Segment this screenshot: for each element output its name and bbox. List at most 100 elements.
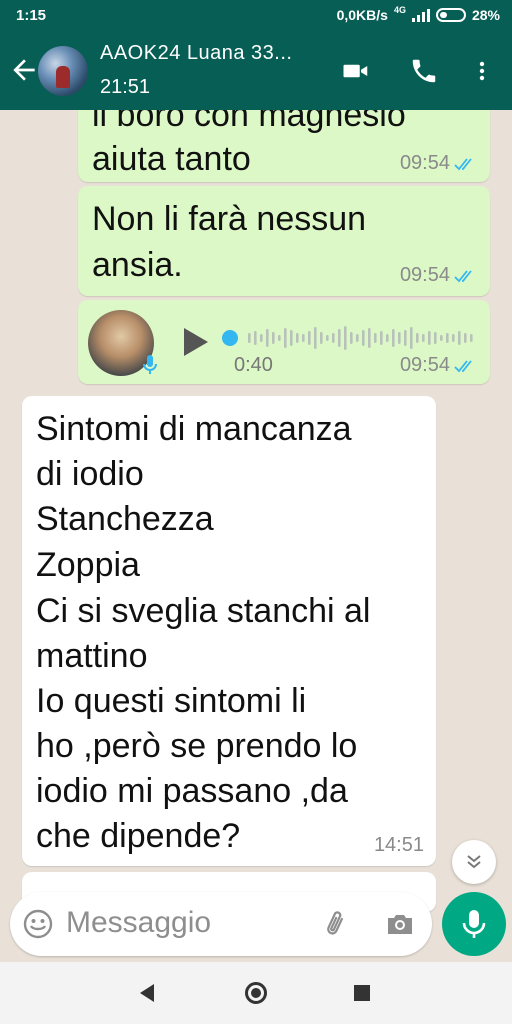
read-ticks-icon xyxy=(454,359,472,372)
waveform-bar xyxy=(284,328,287,348)
battery-percent: 28% xyxy=(471,7,500,23)
message-input-bar[interactable]: Messaggio xyxy=(10,892,432,956)
waveform-bar xyxy=(344,326,347,350)
waveform-bar xyxy=(464,333,467,343)
message-time: 09:54 xyxy=(399,354,450,376)
chat-area[interactable]: il boro con magnesio aiuta tanto 09:54 N… xyxy=(0,110,512,962)
waveform-bar xyxy=(428,331,431,345)
voice-message-bubble[interactable]: 0:40 09:54 xyxy=(78,300,490,384)
waveform[interactable] xyxy=(226,324,476,352)
contact-name[interactable]: AAOK24 Luana 33... xyxy=(100,42,292,65)
waveform-bar xyxy=(416,333,419,343)
status-bar: 1:15 0,0KB/s 4G 28% xyxy=(0,0,512,32)
message-line: ansia. xyxy=(92,246,183,284)
message-meta: 09:54 xyxy=(400,152,476,175)
waveform-bar xyxy=(248,333,251,343)
waveform-bar xyxy=(278,335,281,341)
waveform-bar xyxy=(320,332,323,344)
voice-duration: 0:40 xyxy=(234,354,273,376)
mic-icon xyxy=(462,910,486,938)
signal-icon xyxy=(411,8,430,22)
message-line: Stanchezza xyxy=(36,500,214,538)
message-line: Sintomi di mancanza xyxy=(36,410,352,448)
waveform-bar xyxy=(338,329,341,347)
message-bubble-incoming[interactable]: Sintomi di mancanza di iodio Stanchezza … xyxy=(22,396,436,866)
waveform-bar xyxy=(368,328,371,348)
waveform-bar xyxy=(332,333,335,343)
waveform-bar xyxy=(260,334,263,342)
message-line: Ci si sveglia stanchi al xyxy=(36,592,371,630)
waveform-bar xyxy=(326,335,329,341)
waveform-bar xyxy=(410,327,413,349)
attach-icon[interactable] xyxy=(322,908,354,940)
message-meta: 09:54 xyxy=(400,264,476,287)
nav-recents-icon[interactable] xyxy=(354,985,370,1001)
camera-icon[interactable] xyxy=(384,908,416,940)
message-time: 14:51 xyxy=(373,834,424,856)
message-line: aiuta tanto xyxy=(92,140,251,178)
nav-home-icon[interactable] xyxy=(245,982,267,1004)
waveform-bar xyxy=(302,334,305,342)
waveform-bar xyxy=(446,333,449,343)
contact-avatar[interactable] xyxy=(38,46,88,96)
read-ticks-icon xyxy=(454,269,472,282)
waveform-bar xyxy=(350,332,353,344)
waveform-bar xyxy=(356,334,359,342)
battery-icon xyxy=(435,8,466,22)
message-line: il boro con magnesio xyxy=(92,110,406,134)
double-chevron-down-icon xyxy=(467,855,481,869)
waveform-bar xyxy=(470,334,473,342)
waveform-bar xyxy=(362,330,365,346)
waveform-bar xyxy=(314,327,317,349)
mic-icon xyxy=(143,355,157,374)
waveform-bar xyxy=(452,334,455,342)
waveform-bar xyxy=(386,334,389,342)
waveform-bar xyxy=(290,330,293,346)
message-input[interactable]: Messaggio xyxy=(66,906,211,940)
system-navigation-bar xyxy=(0,962,512,1024)
nav-back-icon[interactable] xyxy=(140,984,154,1002)
phone-call-icon[interactable] xyxy=(408,56,440,86)
waveform-bar xyxy=(272,332,275,344)
message-line: Non li farà nessun xyxy=(92,200,367,238)
message-time: 09:54 xyxy=(399,152,450,174)
play-icon[interactable] xyxy=(182,326,210,358)
waveform-bar xyxy=(458,331,461,345)
scroll-to-bottom-button[interactable] xyxy=(452,840,496,884)
network-speed: 0,0KB/s xyxy=(336,7,388,23)
message-line: che dipende? xyxy=(36,817,241,855)
message-time: 09:54 xyxy=(399,264,450,286)
status-indicators: 0,0KB/s 4G 28% xyxy=(336,5,500,23)
message-line: iodio mi passano ,da xyxy=(36,772,348,810)
waveform-bar xyxy=(254,331,257,345)
waveform-bar xyxy=(392,329,395,347)
waveform-bar xyxy=(308,331,311,345)
chat-header: AAOK24 Luana 33... 21:51 xyxy=(0,32,512,110)
waveform-bar xyxy=(380,331,383,345)
contact-subtitle[interactable]: 21:51 xyxy=(100,76,150,99)
message-line: mattino xyxy=(36,637,148,675)
waveform-bar xyxy=(266,329,269,347)
message-meta: 14:51 xyxy=(374,834,424,857)
read-ticks-icon xyxy=(454,157,472,170)
network-type: 4G xyxy=(393,5,406,15)
message-bubble-outgoing[interactable]: il boro con magnesio aiuta tanto 09:54 xyxy=(78,110,490,182)
back-arrow-icon[interactable] xyxy=(8,54,40,86)
message-meta: 09:54 xyxy=(400,354,476,377)
emoji-icon[interactable] xyxy=(22,908,54,940)
message-line: Io questi sintomi li xyxy=(36,682,307,720)
more-vert-icon[interactable] xyxy=(470,56,494,86)
waveform-bar xyxy=(422,334,425,342)
video-call-icon[interactable] xyxy=(340,56,372,86)
status-time: 1:15 xyxy=(16,7,47,24)
message-line: ho ,però se prendo lo xyxy=(36,727,358,765)
message-line: di iodio xyxy=(36,455,144,493)
waveform-bar xyxy=(296,333,299,343)
waveform-bar xyxy=(404,330,407,346)
waveform-bar xyxy=(374,333,377,343)
waveform-bar xyxy=(440,335,443,341)
voice-record-button[interactable] xyxy=(442,892,506,956)
message-line: Zoppia xyxy=(36,546,140,584)
message-bubble-outgoing[interactable]: Non li farà nessun ansia. 09:54 xyxy=(78,186,490,296)
waveform-bar xyxy=(434,332,437,344)
